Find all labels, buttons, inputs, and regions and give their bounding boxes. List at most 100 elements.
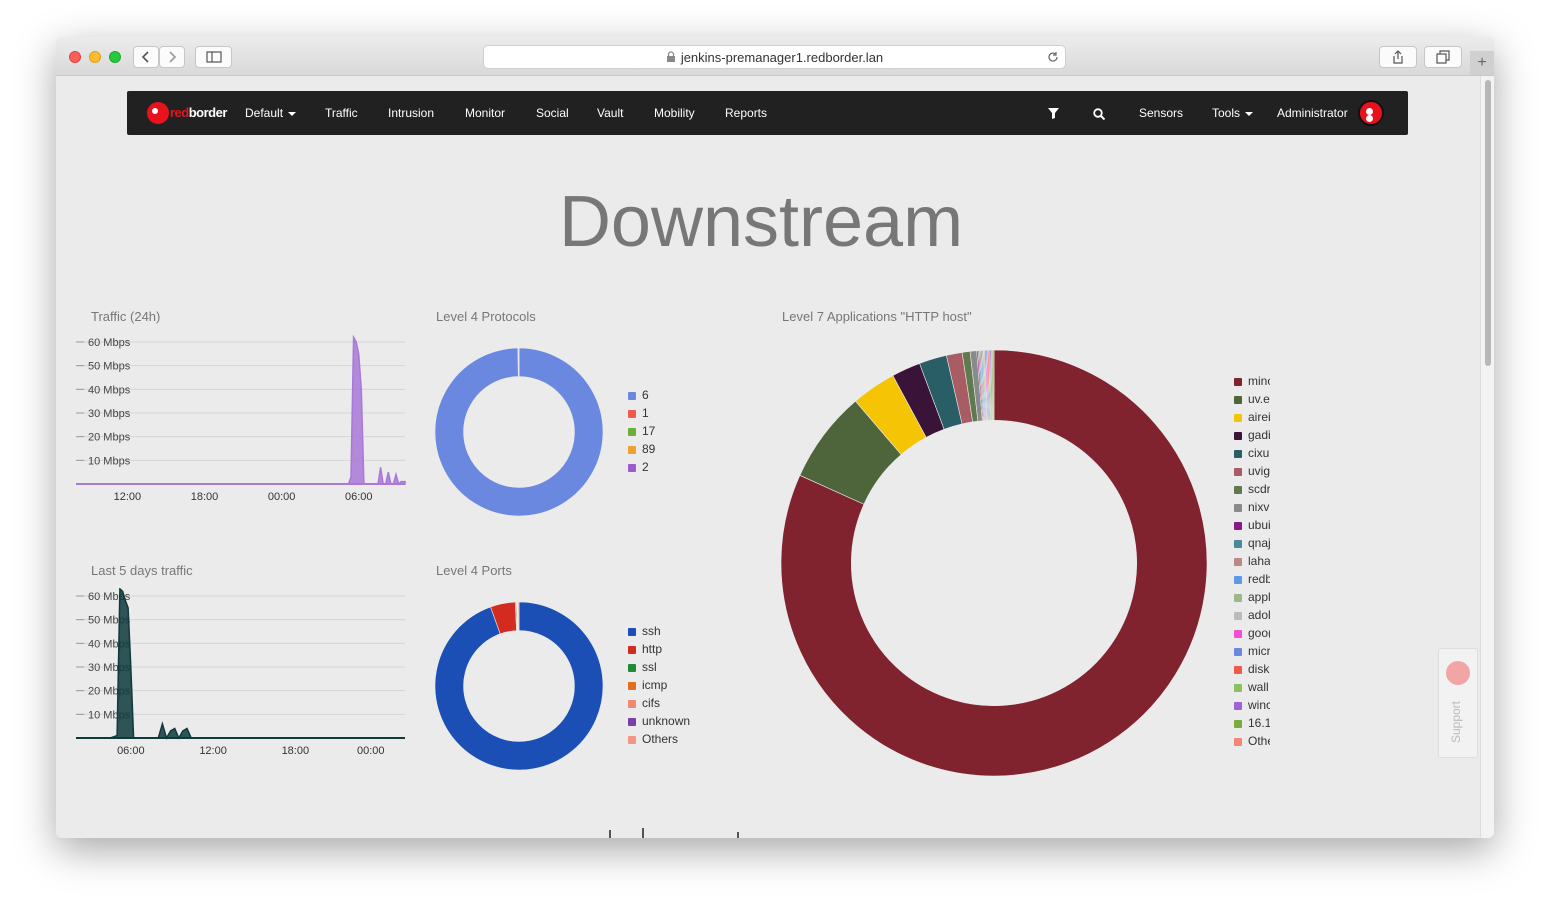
nav-traffic[interactable]: Traffic bbox=[325, 91, 358, 135]
share-button[interactable] bbox=[1379, 46, 1417, 68]
legend-item[interactable]: 6 bbox=[628, 386, 655, 404]
legend-label: disk bbox=[1248, 662, 1270, 676]
tabs-icon bbox=[1436, 50, 1450, 64]
page-scrollbar[interactable] bbox=[1480, 76, 1494, 838]
legend-label: wall bbox=[1248, 680, 1269, 694]
legend-swatch bbox=[1234, 593, 1242, 602]
scrollbar-thumb[interactable] bbox=[1485, 80, 1491, 366]
legend-item[interactable]: wall bbox=[1234, 678, 1270, 696]
nav-tools-dropdown[interactable]: Tools bbox=[1212, 91, 1253, 135]
legend-item[interactable]: unknown bbox=[628, 712, 690, 730]
legend-swatch bbox=[628, 645, 636, 654]
legend-swatch bbox=[628, 681, 636, 690]
avatar[interactable] bbox=[1358, 100, 1384, 126]
last5days-title: Last 5 days traffic bbox=[91, 563, 193, 578]
search-button[interactable] bbox=[1093, 91, 1106, 135]
legend-item[interactable]: micr bbox=[1234, 642, 1270, 660]
legend-item[interactable]: qnaj bbox=[1234, 534, 1270, 552]
legend-swatch bbox=[1234, 449, 1242, 458]
nav-mobility[interactable]: Mobility bbox=[654, 91, 695, 135]
page-content: redborder Default Traffic Intrusion Moni… bbox=[56, 76, 1480, 838]
legend-item[interactable]: 1 bbox=[628, 404, 655, 422]
nav-intrusion[interactable]: Intrusion bbox=[388, 91, 434, 135]
legend-swatch bbox=[1234, 467, 1242, 476]
zoom-window-button[interactable] bbox=[109, 51, 121, 63]
y-tick-label: 50 Mbps bbox=[88, 361, 131, 373]
legend-swatch bbox=[628, 463, 636, 472]
l7apps-title: Level 7 Applications "HTTP host" bbox=[782, 309, 972, 324]
l4ports-legend: ssh http ssl icmp cifs unknown Others bbox=[628, 622, 690, 748]
x-tick-label: 18:00 bbox=[282, 745, 310, 757]
legend-item[interactable]: http bbox=[628, 640, 690, 658]
y-tick-label: 10 Mbps bbox=[88, 455, 131, 467]
sidebar-toggle-button[interactable] bbox=[195, 46, 232, 68]
legend-item[interactable]: laha bbox=[1234, 552, 1270, 570]
minimize-window-button[interactable] bbox=[89, 51, 101, 63]
share-icon bbox=[1393, 50, 1403, 64]
nav-vault[interactable]: Vault bbox=[597, 91, 623, 135]
legend-swatch bbox=[1234, 539, 1242, 548]
reload-icon[interactable] bbox=[1047, 51, 1059, 63]
legend-label: scdr bbox=[1248, 482, 1270, 496]
legend-item[interactable]: ssh bbox=[628, 622, 690, 640]
legend-swatch bbox=[628, 627, 636, 636]
legend-swatch bbox=[1234, 557, 1242, 566]
new-tab-button[interactable]: + bbox=[1470, 51, 1494, 75]
legend-swatch bbox=[1234, 647, 1242, 656]
filter-button[interactable] bbox=[1048, 91, 1059, 135]
legend-item[interactable]: winc bbox=[1234, 696, 1270, 714]
legend-item[interactable]: 2 bbox=[628, 458, 655, 476]
legend-item[interactable]: disk bbox=[1234, 660, 1270, 678]
legend-swatch bbox=[628, 445, 636, 454]
forward-button[interactable] bbox=[159, 46, 185, 68]
support-tab[interactable]: Support bbox=[1438, 648, 1478, 758]
legend-item[interactable]: Others bbox=[628, 730, 690, 748]
nav-sensors[interactable]: Sensors bbox=[1139, 91, 1183, 135]
legend-item[interactable]: redb bbox=[1234, 570, 1270, 588]
browser-window: jenkins-premanager1.redborder.lan + redb… bbox=[56, 37, 1494, 838]
l4protocols-title: Level 4 Protocols bbox=[436, 309, 536, 324]
legend-item[interactable]: uvig bbox=[1234, 462, 1270, 480]
legend-item[interactable]: adol bbox=[1234, 606, 1270, 624]
legend-label: Others bbox=[642, 732, 679, 746]
legend-item[interactable]: cifs bbox=[628, 694, 690, 712]
nav-social[interactable]: Social bbox=[536, 91, 569, 135]
legend-item[interactable]: ubui bbox=[1234, 516, 1270, 534]
back-button[interactable] bbox=[133, 46, 159, 68]
legend-item[interactable]: 89 bbox=[628, 440, 655, 458]
legend-swatch bbox=[1234, 485, 1242, 494]
legend-item[interactable]: goo( bbox=[1234, 624, 1270, 642]
brand-logo[interactable]: redborder bbox=[170, 91, 227, 135]
x-tick-label: 06:00 bbox=[117, 745, 145, 757]
legend-item[interactable]: cixu bbox=[1234, 444, 1270, 462]
nav-default-dropdown[interactable]: Default bbox=[245, 91, 296, 135]
legend-swatch bbox=[628, 391, 636, 400]
legend-label: laha bbox=[1248, 554, 1270, 568]
series-area bbox=[76, 588, 405, 740]
redborder-logo-icon[interactable] bbox=[147, 102, 169, 124]
close-window-button[interactable] bbox=[69, 51, 81, 63]
legend-swatch bbox=[1234, 701, 1242, 710]
legend-item[interactable]: Othe bbox=[1234, 732, 1270, 750]
legend-item[interactable]: 16.1 bbox=[1234, 714, 1270, 732]
nav-reports[interactable]: Reports bbox=[725, 91, 767, 135]
legend-label: ssl bbox=[642, 660, 657, 674]
legend-item[interactable]: minc bbox=[1234, 372, 1270, 390]
legend-item[interactable]: airei bbox=[1234, 408, 1270, 426]
legend-item[interactable]: icmp bbox=[628, 676, 690, 694]
legend-item[interactable]: 17 bbox=[628, 422, 655, 440]
legend-item[interactable]: appl bbox=[1234, 588, 1270, 606]
nav-monitor[interactable]: Monitor bbox=[465, 91, 505, 135]
legend-item[interactable]: gadi bbox=[1234, 426, 1270, 444]
tabs-overview-button[interactable] bbox=[1424, 46, 1462, 68]
legend-item[interactable]: scdr bbox=[1234, 480, 1270, 498]
legend-swatch bbox=[1234, 431, 1242, 440]
chevron-left-icon bbox=[141, 51, 149, 63]
legend-label: appl bbox=[1248, 590, 1270, 604]
legend-item[interactable]: ssl bbox=[628, 658, 690, 676]
address-bar[interactable]: jenkins-premanager1.redborder.lan bbox=[483, 45, 1066, 69]
nav-user-menu[interactable]: Administrator bbox=[1277, 91, 1348, 135]
legend-item[interactable]: nixv bbox=[1234, 498, 1270, 516]
legend-label: airei bbox=[1248, 410, 1270, 424]
legend-item[interactable]: uv.e bbox=[1234, 390, 1270, 408]
